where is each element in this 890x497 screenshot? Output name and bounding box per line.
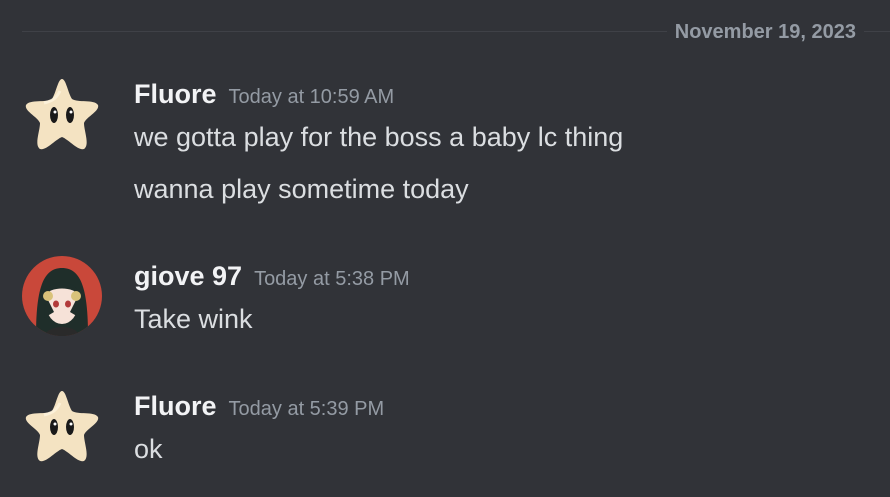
message-text: Take wink (134, 304, 253, 334)
timestamp[interactable]: Today at 5:39 PM (229, 398, 385, 420)
message-header: Fluore Today at 10:59 AM (134, 78, 394, 113)
avatar[interactable] (22, 385, 102, 465)
timestamp[interactable]: Today at 10:59 AM (229, 86, 395, 108)
username[interactable]: Fluore (134, 79, 217, 109)
avatar[interactable] (22, 256, 102, 336)
message-text: we gotta play for the boss a baby lc thi… (134, 122, 624, 152)
message-header: Fluore Today at 5:39 PM (134, 390, 384, 425)
date-divider-label: November 19, 2023 (666, 20, 864, 44)
message-text: wanna play sometime today (134, 174, 469, 204)
avatar[interactable] (22, 73, 102, 153)
username[interactable]: giove 97 (134, 261, 242, 291)
anime-girl-avatar-icon (22, 256, 102, 336)
timestamp[interactable]: Today at 5:38 PM (254, 268, 410, 290)
message-header: giove 97 Today at 5:38 PM (134, 260, 410, 295)
username[interactable]: Fluore (134, 391, 217, 421)
luma-star-icon (25, 79, 99, 150)
date-divider: November 19, 2023 (22, 18, 890, 46)
message-text: ok (134, 434, 163, 464)
luma-star-icon (25, 391, 99, 462)
chat-messages: November 19, 2023 Fluore Today at 10:59 A… (0, 0, 890, 497)
